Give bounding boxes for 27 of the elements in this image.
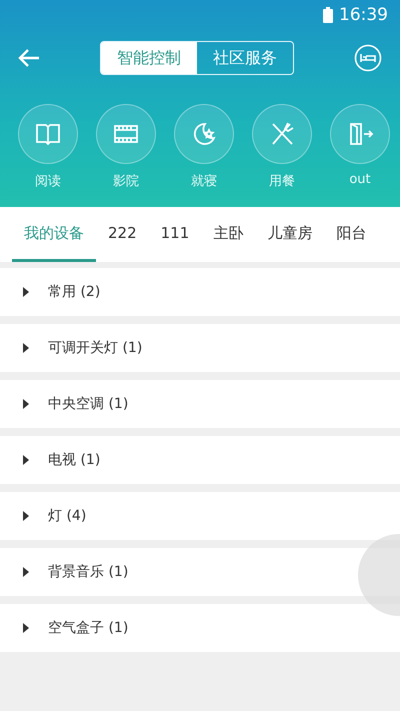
- room-tab[interactable]: 111: [148, 207, 202, 262]
- device-group-row[interactable]: 中央空调 (1): [0, 380, 400, 428]
- device-group-row[interactable]: 空气盒子 (1): [0, 604, 400, 652]
- device-group-row[interactable]: 灯 (4): [0, 492, 400, 540]
- battery-icon: [323, 7, 333, 23]
- status-time: 16:39: [339, 5, 388, 25]
- device-group-row[interactable]: 常用 (2): [0, 268, 400, 316]
- group-label: 常用 (2): [48, 283, 100, 301]
- bed-icon[interactable]: [354, 44, 382, 72]
- room-tab[interactable]: 儿童房: [255, 207, 324, 262]
- room-tab[interactable]: 主卧: [201, 207, 256, 262]
- group-label: 灯 (4): [48, 507, 86, 525]
- group-label: 背景音乐 (1): [48, 563, 128, 581]
- device-group-row[interactable]: 可调开关灯 (1): [0, 324, 400, 372]
- back-arrow-icon[interactable]: [18, 49, 40, 67]
- group-label: 中央空调 (1): [48, 395, 128, 413]
- scene-label: 就寝: [191, 173, 217, 190]
- device-group-row[interactable]: 电视 (1): [0, 436, 400, 484]
- scene-label: 用餐: [269, 173, 295, 190]
- group-label: 电视 (1): [48, 451, 100, 469]
- scene-label: 影院: [113, 173, 139, 190]
- room-tab[interactable]: 阳台: [324, 207, 378, 262]
- scene-label: 阅读: [35, 173, 61, 190]
- group-label: 空气盒子 (1): [48, 619, 128, 637]
- room-tab[interactable]: 222: [96, 207, 149, 262]
- group-label: 可调开关灯 (1): [48, 339, 142, 357]
- scene-label: out: [349, 172, 371, 187]
